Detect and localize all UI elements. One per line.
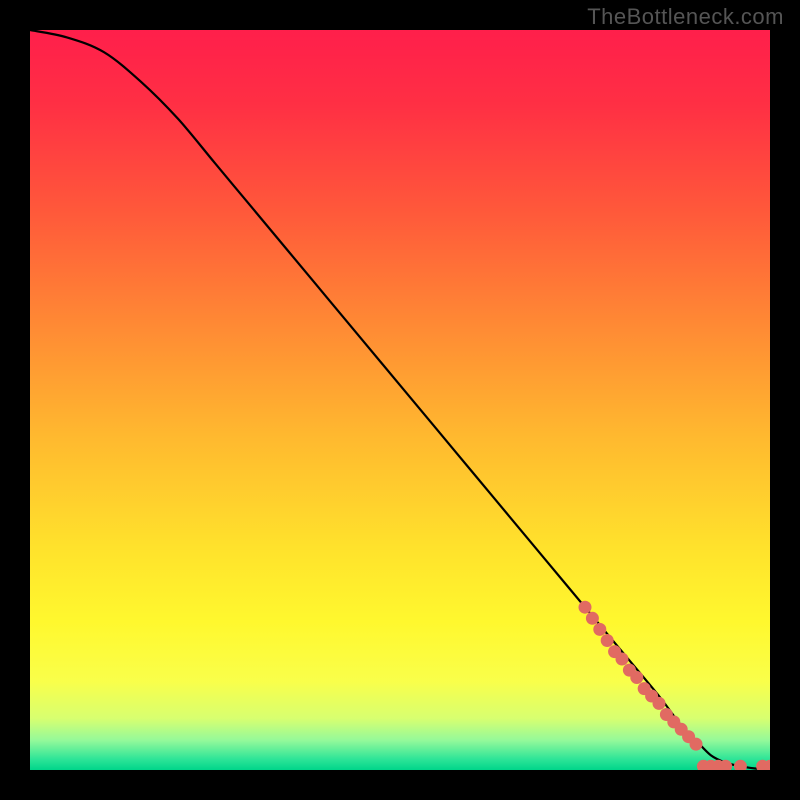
watermark-text: TheBottleneck.com <box>587 4 784 30</box>
data-marker <box>690 738 703 751</box>
data-marker <box>593 623 606 636</box>
data-marker <box>630 671 643 684</box>
data-marker <box>616 653 629 666</box>
gradient-background <box>30 30 770 770</box>
plot-area <box>30 30 770 770</box>
data-marker <box>653 697 666 710</box>
data-marker <box>601 634 614 647</box>
data-marker <box>586 612 599 625</box>
chart-frame: TheBottleneck.com <box>0 0 800 800</box>
plot-svg <box>30 30 770 770</box>
data-marker <box>579 601 592 614</box>
